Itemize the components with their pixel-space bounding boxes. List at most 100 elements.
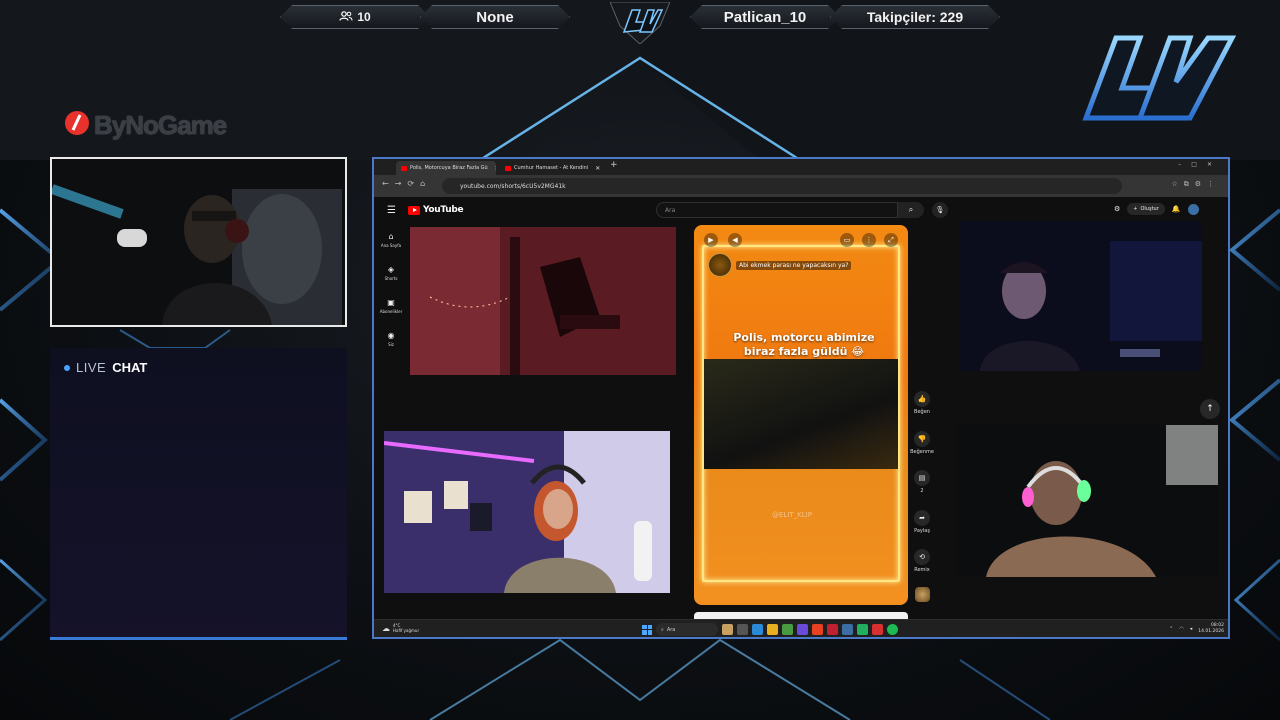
remix-action[interactable]: ⟲ Remix [906,549,938,589]
share-icon[interactable]: ➦ [914,509,930,526]
browser-tab-music[interactable]: Cumhur Hamaset - At Kendini ✕ [500,161,606,175]
cast-icon[interactable]: ⚙ [1114,205,1120,213]
create-button[interactable]: + Oluştur [1127,203,1165,215]
taskbar-search[interactable]: ⌕ Ara [656,623,718,636]
webcam-feed [52,159,345,325]
fullscreen-icon[interactable]: ⤢ [884,233,898,247]
browser-toolbar: ←→⟳⌂ youtube.com/shorts/6cU5v2MG41k ☆⧉⚙⋮ [374,175,1228,197]
notifications-icon[interactable]: 🔔 [1172,205,1181,213]
app-icon[interactable] [872,624,883,635]
video-question-text: Abi ekmek parası ne yapacaksın ya? [736,261,852,270]
volume-icon[interactable]: ◀ [728,233,742,247]
edge-icon[interactable] [752,624,763,635]
remix-icon[interactable]: ⟲ [914,549,930,565]
task-view-icon[interactable] [737,624,748,635]
window-controls[interactable]: –□✕ [1178,161,1222,168]
discord-icon[interactable] [797,624,808,635]
share-action[interactable]: ➦ Paylaş [906,509,938,550]
comment-icon[interactable]: ▤ [914,470,930,486]
close-icon[interactable]: ✕ [495,165,496,172]
youtube-favicon-icon [401,165,407,171]
dislike-icon[interactable]: 👎 [914,430,930,447]
avatar[interactable] [1187,203,1199,215]
browser-tab-shorts[interactable]: Polis, Motorcuya Biraz Fazla Gü ✕ [396,161,496,175]
sidebar-item-label: Abonelikler [379,308,403,314]
mic-icon: 🎙 [935,206,945,214]
guest-cam-rgb-headset [956,425,1218,577]
sidebar-item-home[interactable]: ⌂ Ana Sayfa [374,223,408,256]
menu-icon[interactable]: ☰ [387,205,396,216]
more-icon[interactable]: ⋮ [862,233,876,247]
search-button[interactable]: ⌕ [898,202,924,218]
live-chat-header: LIVE CHAT [64,360,147,375]
weather-widget[interactable]: ☁ 4°C Hafif yağmur [382,623,419,633]
remix-label: Remix [914,567,930,573]
sidebar-item-subscriptions[interactable]: ▣ Abonelikler [374,289,408,322]
you-icon: ◉ [387,330,395,340]
windows-start-icon[interactable] [642,624,652,635]
captions-icon[interactable]: ▭ [840,233,854,247]
shorts-player[interactable]: ▶ ◀ ▭ ⋮ ⤢ Abi ekmek parası ne yapacaksın… [694,225,908,605]
extension-icons[interactable]: ☆⧉⚙⋮ [1171,180,1220,189]
volume-icon[interactable]: ◂ [1190,626,1193,632]
comment-action[interactable]: ▤ 2 [906,470,938,510]
video-caption: Polis, motorcu abimize biraz fazla güldü… [714,331,894,359]
close-icon[interactable]: ✕ [595,165,600,172]
chrome-icon[interactable] [782,624,793,635]
tab-title: Polis, Motorcuya Biraz Fazla Gü [410,165,488,171]
sidebar-item-label: Ana Sayfa [380,242,402,248]
guest-cam-dark-room [960,221,1202,371]
sound-thumbnail[interactable] [915,587,930,602]
youtube-sidebar: ⌂ Ana Sayfa ◈ Shorts ▣ Abonelikler ◉ Siz [374,223,408,355]
weather-condition: Hafif yağmur [393,628,420,633]
screen-capture: Polis, Motorcuya Biraz Fazla Gü ✕ Cumhur… [372,157,1230,639]
caption-line-2: biraz fazla güldü 😂 [743,345,865,358]
dislike-action[interactable]: 👎 Beğenme [906,430,938,471]
sidebar-item-you[interactable]: ◉ Siz [374,322,408,355]
sidebar-item-shorts[interactable]: ◈ Shorts [374,256,408,289]
video-footage [704,359,898,469]
url-text: youtube.com/shorts/6cU5v2MG41k [460,182,566,190]
game-segment: None [420,5,570,29]
chat-live-label: LIVE [76,360,107,375]
obs-icon[interactable] [827,624,838,635]
search-placeholder: Ara [665,206,676,214]
search-icon: ⌕ [908,205,914,214]
wifi-icon[interactable]: ◠ [1179,626,1183,632]
channel-logo-small [610,2,670,44]
like-action[interactable]: 👍 Beğen [906,391,938,431]
spotify-icon[interactable] [887,624,898,635]
youtube-wordmark: YouTube [423,205,464,215]
address-bar[interactable]: youtube.com/shorts/6cU5v2MG41k [442,178,1122,194]
tray-chevron-icon[interactable]: ⌃ [1169,626,1173,632]
stream-stats-bar: 10 None Patlican_10 Takipçiler: 229 [280,2,1000,44]
home-icon: ⌂ [388,231,394,241]
youtube-logo[interactable]: YouTube [408,205,464,215]
guest-cam-red-room [410,227,676,375]
widget-app-icon[interactable] [722,624,733,635]
sidebar-item-label: Siz [388,341,394,347]
like-icon[interactable]: 👍 [914,391,930,407]
app-icon[interactable] [812,624,823,635]
navigation-buttons[interactable]: ←→⟳⌂ [382,179,431,188]
whatsapp-icon[interactable] [857,624,868,635]
game-name: None [476,8,514,26]
new-tab-button[interactable]: + [610,160,618,170]
viewer-count: 10 [357,10,371,24]
channel-logo-large [1082,35,1237,121]
previous-short-button[interactable]: ↑ [1200,399,1220,419]
taskbar-search-label: Ara [666,626,676,633]
arrow-up-icon: ↑ [1206,404,1214,414]
steam-icon[interactable] [842,624,853,635]
comment-count: 2 [920,488,924,494]
header-actions: ⚙ + Oluştur 🔔 [1114,203,1199,215]
clock[interactable]: 08:02 14.01.2026 [1198,623,1224,635]
file-explorer-icon[interactable] [767,624,778,635]
search-input[interactable]: Ara [656,202,898,218]
play-icon[interactable]: ▶ [704,233,718,247]
voice-search-button[interactable]: 🎙 [932,202,948,218]
streamer-name: Patlican_10 [723,8,807,26]
live-dot-icon [64,364,70,371]
channel-avatar[interactable] [708,253,732,277]
chat-label: CHAT [112,360,148,375]
